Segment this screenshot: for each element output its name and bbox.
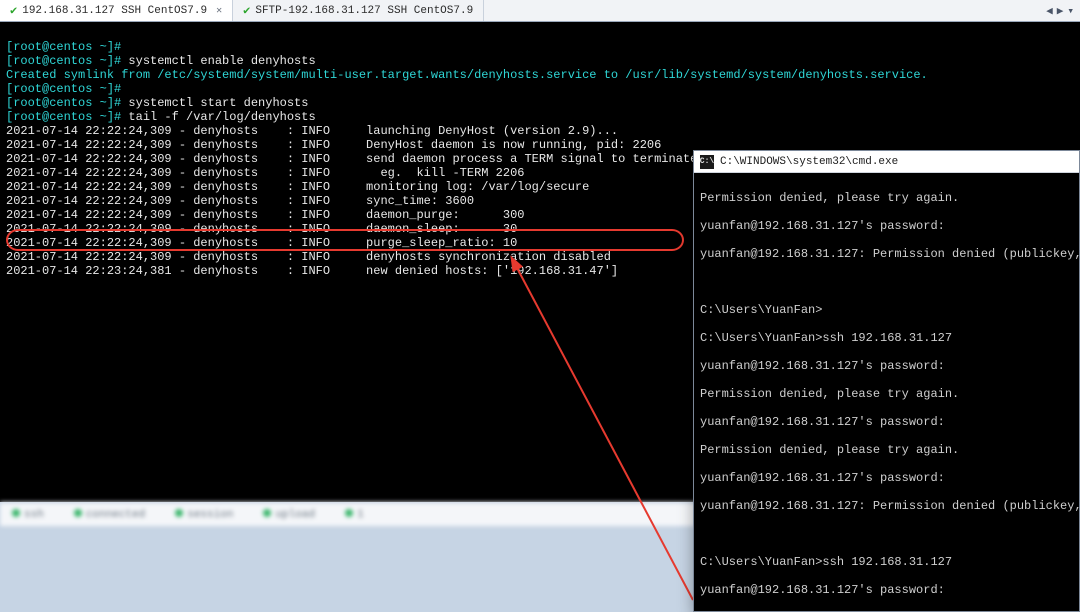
cmd-line: Permission denied, please try again. — [700, 387, 1073, 401]
nav-left-icon[interactable]: ◀ — [1046, 4, 1053, 18]
prompt: [root@centos ~]# — [6, 54, 128, 68]
cmd-line: yuanfan@192.168.31.127's password: — [700, 583, 1073, 597]
cmd-line: yuanfan@192.168.31.127's password: — [700, 471, 1073, 485]
cmd-text: tail -f /var/log/denyhosts — [128, 110, 315, 124]
cmd-line: C:\Users\YuanFan>ssh 192.168.31.127 — [700, 555, 1073, 569]
tab-nav: ◀ ▶ ▾ — [1046, 4, 1080, 18]
prompt: [root@centos ~]# — [6, 40, 128, 54]
cmd-line: yuanfan@192.168.31.127: Permission denie… — [700, 499, 1073, 513]
status-item: connected — [74, 509, 145, 521]
cmd-titlebar[interactable]: C:\ C:\WINDOWS\system32\cmd.exe — [694, 151, 1079, 173]
cmd-line: Permission denied, please try again. — [700, 443, 1073, 457]
log-line: 2021-07-14 22:22:24,309 - denyhosts : IN… — [6, 166, 524, 180]
status-item: upload — [263, 509, 315, 521]
close-icon[interactable]: ✕ — [216, 5, 222, 17]
log-line: 2021-07-14 22:22:24,309 - denyhosts : IN… — [6, 138, 661, 152]
cmd-line: yuanfan@192.168.31.127's password: — [700, 359, 1073, 373]
log-line: 2021-07-14 22:22:24,309 - denyhosts : IN… — [6, 236, 517, 250]
prompt: [root@centos ~]# — [6, 96, 128, 110]
log-line: 2021-07-14 22:22:24,309 - denyhosts : IN… — [6, 152, 755, 166]
status-item: 1 — [345, 509, 364, 521]
log-line-highlighted: 2021-07-14 22:23:24,381 - denyhosts : IN… — [6, 264, 618, 278]
cmd-line: C:\Users\YuanFan> — [700, 303, 1073, 317]
cmd-terminal[interactable]: Permission denied, please try again. yua… — [694, 173, 1079, 611]
status-item: ssh — [12, 509, 44, 521]
nav-right-icon[interactable]: ▶ — [1057, 4, 1064, 18]
log-line: 2021-07-14 22:22:24,309 - denyhosts : IN… — [6, 124, 618, 138]
log-line: 2021-07-14 22:22:24,309 - denyhosts : IN… — [6, 222, 517, 236]
cmd-text: systemctl enable denyhosts — [128, 54, 315, 68]
status-item: session — [175, 509, 233, 521]
cmd-line: Permission denied, please try again. — [700, 191, 1073, 205]
cmd-line: yuanfan@192.168.31.127: Permission denie… — [700, 247, 1073, 261]
prompt: [root@centos ~]# — [6, 82, 128, 96]
tab-sftp[interactable]: ✔ SFTP-192.168.31.127 SSH CentOS7.9 — [233, 0, 484, 21]
cmd-window[interactable]: C:\ C:\WINDOWS\system32\cmd.exe Permissi… — [693, 150, 1080, 612]
tab-ssh-active[interactable]: ✔ 192.168.31.127 SSH CentOS7.9 ✕ — [0, 0, 233, 21]
cmd-line: C:\Users\YuanFan>ssh 192.168.31.127 — [700, 331, 1073, 345]
log-line: 2021-07-14 22:22:24,309 - denyhosts : IN… — [6, 180, 589, 194]
nav-menu-icon[interactable]: ▾ — [1067, 4, 1074, 18]
check-icon: ✔ — [243, 3, 250, 18]
tab-label: SFTP-192.168.31.127 SSH CentOS7.9 — [255, 5, 473, 17]
check-icon: ✔ — [10, 3, 17, 18]
output-line: Created symlink from /etc/systemd/system… — [6, 68, 928, 82]
tab-label: 192.168.31.127 SSH CentOS7.9 — [22, 5, 207, 17]
tab-bar: ✔ 192.168.31.127 SSH CentOS7.9 ✕ ✔ SFTP-… — [0, 0, 1080, 22]
log-line: 2021-07-14 22:22:24,309 - denyhosts : IN… — [6, 194, 474, 208]
cmd-line: yuanfan@192.168.31.127's password: — [700, 415, 1073, 429]
cmd-text: systemctl start denyhosts — [128, 96, 308, 110]
cmd-title-text: C:\WINDOWS\system32\cmd.exe — [720, 156, 898, 168]
log-line: 2021-07-14 22:22:24,309 - denyhosts : IN… — [6, 208, 524, 222]
cmd-line: yuanfan@192.168.31.127's password: — [700, 219, 1073, 233]
log-line: 2021-07-14 22:22:24,309 - denyhosts : IN… — [6, 250, 611, 264]
prompt: [root@centos ~]# — [6, 110, 128, 124]
cmd-icon: C:\ — [700, 155, 714, 169]
